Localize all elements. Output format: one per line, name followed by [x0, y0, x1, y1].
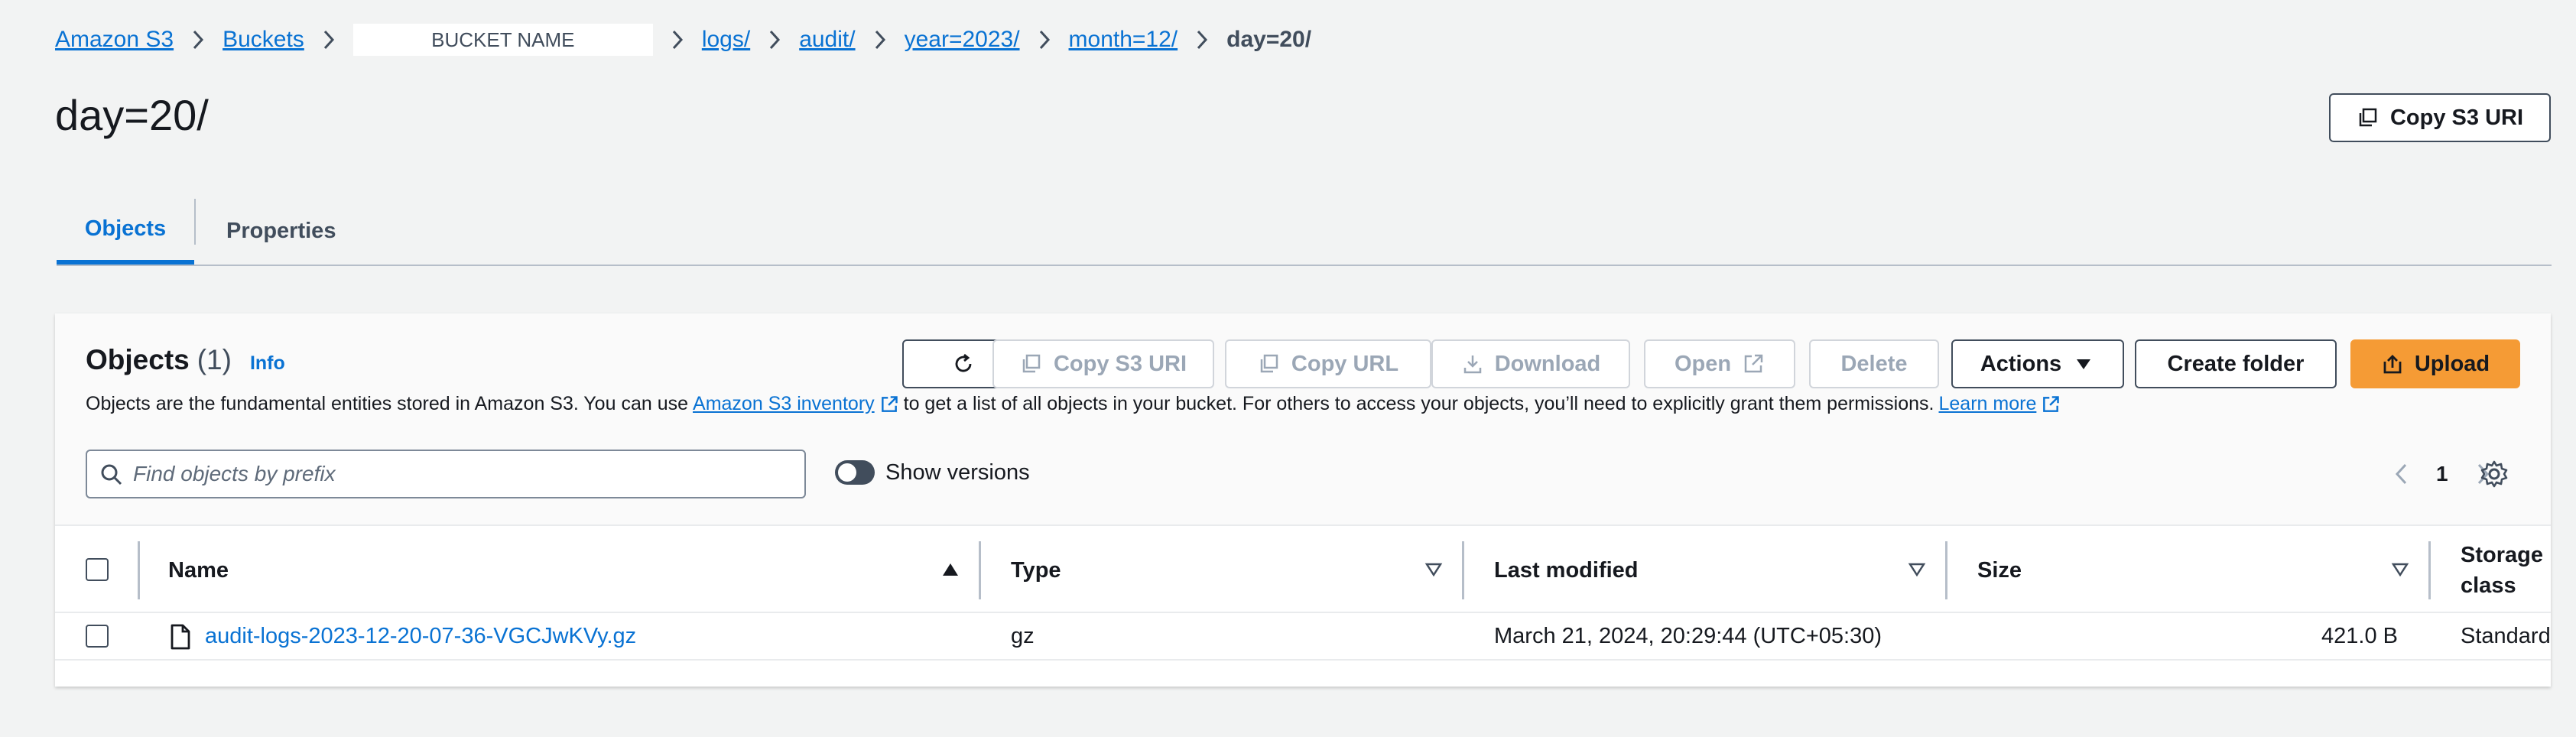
object-size: 421.0 B [2321, 624, 2398, 648]
chevron-right-icon [1020, 28, 1069, 51]
object-type: gz [1011, 624, 1035, 648]
page-title: day=20/ [55, 91, 209, 139]
caret-down-icon [2077, 359, 2091, 369]
open-label: Open [1674, 351, 1732, 376]
objects-panel: Objects (1) Info Copy S3 URI Copy URL Do… [55, 313, 2551, 687]
description-middle: to get a list of all objects in your buc… [903, 393, 1934, 414]
search-box [86, 450, 806, 498]
column-header-storage-class-line1[interactable]: Storage [2461, 543, 2543, 568]
open-button[interactable]: Open [1644, 339, 1795, 388]
copy-url-label: Copy URL [1291, 351, 1399, 376]
actions-label: Actions [1980, 351, 2062, 376]
tab-objects[interactable]: Objects [57, 197, 194, 265]
chevron-right-icon [750, 28, 799, 51]
create-folder-label: Create folder [2167, 351, 2305, 376]
breadcrumb-buckets[interactable]: Buckets [223, 27, 304, 53]
chevron-right-icon [304, 28, 353, 51]
refresh-icon [955, 353, 972, 372]
column-separator[interactable] [1462, 541, 1464, 599]
objects-toolbar: Copy S3 URI Copy URL Download Open Delet… [55, 339, 2551, 388]
toolbar-copy-s3-uri-button[interactable]: Copy S3 URI [992, 339, 1214, 388]
column-header-last-modified[interactable]: Last modified [1494, 558, 1639, 583]
copy-icon [1022, 354, 1041, 373]
tab-objects-label: Objects [84, 216, 167, 241]
inventory-link[interactable]: Amazon S3 inventory [693, 393, 875, 415]
current-page[interactable]: 1 [2436, 462, 2448, 486]
external-link-icon [1744, 354, 1763, 373]
search-input[interactable] [133, 462, 804, 486]
delete-label: Delete [1840, 351, 1908, 376]
object-storage-class: Standard [2461, 624, 2551, 648]
delete-button[interactable]: Delete [1809, 339, 1939, 388]
sort-icon[interactable] [1424, 561, 1444, 578]
file-icon [171, 624, 190, 650]
column-separator[interactable] [979, 541, 981, 599]
create-folder-button[interactable]: Create folder [2135, 339, 2337, 388]
toolbar-copy-s3-uri-label: Copy S3 URI [1053, 351, 1187, 376]
sort-ascending-icon[interactable] [940, 561, 960, 578]
breadcrumb: Amazon S3 Buckets BUCKET NAME logs/ audi… [55, 23, 1311, 57]
chevron-right-icon [856, 28, 905, 51]
upload-icon [2383, 355, 2402, 374]
breadcrumb-bucket-name[interactable]: BUCKET NAME [352, 24, 653, 56]
object-name-link[interactable]: audit-logs-2023-12-20-07-36-VGCJwKVy.gz [205, 624, 636, 649]
tab-divider [194, 199, 196, 245]
download-button[interactable]: Download [1431, 339, 1630, 388]
breadcrumb-month[interactable]: month=12/ [1069, 27, 1178, 53]
column-separator[interactable] [1945, 541, 1947, 599]
object-last-modified: March 21, 2024, 20:29:44 (UTC+05:30) [1494, 624, 1882, 648]
column-header-type[interactable]: Type [1011, 558, 1061, 583]
table-header: Name Type Last modified Size Storage cla… [55, 524, 2551, 613]
chevron-left-icon[interactable] [2390, 460, 2413, 488]
toggle-knob [838, 463, 856, 482]
upload-label: Upload [2414, 351, 2490, 376]
table-row: audit-logs-2023-12-20-07-36-VGCJwKVy.gz … [55, 613, 2551, 661]
select-all-checkbox[interactable] [86, 558, 109, 581]
search-icon [101, 464, 122, 485]
copy-icon [2359, 108, 2377, 127]
show-versions-label: Show versions [885, 460, 1030, 485]
copy-s3-uri-label: Copy S3 URI [2389, 105, 2524, 130]
tab-bar: Objects Properties [57, 197, 2552, 266]
column-header-storage-class-line2[interactable]: class [2461, 573, 2516, 599]
description-prefix: Objects are the fundamental entities sto… [86, 393, 689, 414]
sort-icon[interactable] [1907, 561, 1927, 578]
copy-icon [1260, 354, 1278, 373]
row-checkbox[interactable] [86, 625, 109, 648]
external-link-icon [881, 395, 898, 412]
column-separator [138, 541, 140, 599]
upload-button[interactable]: Upload [2350, 339, 2520, 388]
breadcrumb-logs[interactable]: logs/ [702, 27, 750, 53]
column-header-name[interactable]: Name [168, 558, 229, 583]
show-versions-toggle[interactable] [835, 460, 875, 485]
sort-icon[interactable] [2390, 561, 2410, 578]
tab-properties[interactable]: Properties [226, 197, 336, 265]
gear-icon[interactable] [2479, 459, 2509, 489]
breadcrumb-amazon-s3[interactable]: Amazon S3 [55, 27, 174, 53]
tab-properties-label: Properties [226, 218, 336, 243]
download-icon [1463, 356, 1481, 374]
learn-more-link[interactable]: Learn more [1939, 393, 2037, 415]
objects-description: Objects are the fundamental entities sto… [86, 393, 2061, 415]
actions-dropdown-button[interactable]: Actions [1951, 339, 2124, 388]
copy-s3-uri-button[interactable]: Copy S3 URI [2329, 93, 2551, 142]
chevron-right-icon [653, 28, 702, 51]
chevron-right-icon [174, 28, 223, 51]
column-header-size[interactable]: Size [1977, 558, 2022, 583]
chevron-right-icon [1178, 28, 1226, 51]
breadcrumb-current: day=20/ [1226, 27, 1312, 52]
external-link-icon [2043, 395, 2060, 412]
copy-url-button[interactable]: Copy URL [1225, 339, 1431, 388]
breadcrumb-audit[interactable]: audit/ [799, 27, 855, 53]
download-label: Download [1494, 351, 1601, 376]
breadcrumb-year[interactable]: year=2023/ [905, 27, 1020, 53]
column-separator[interactable] [2428, 541, 2431, 599]
